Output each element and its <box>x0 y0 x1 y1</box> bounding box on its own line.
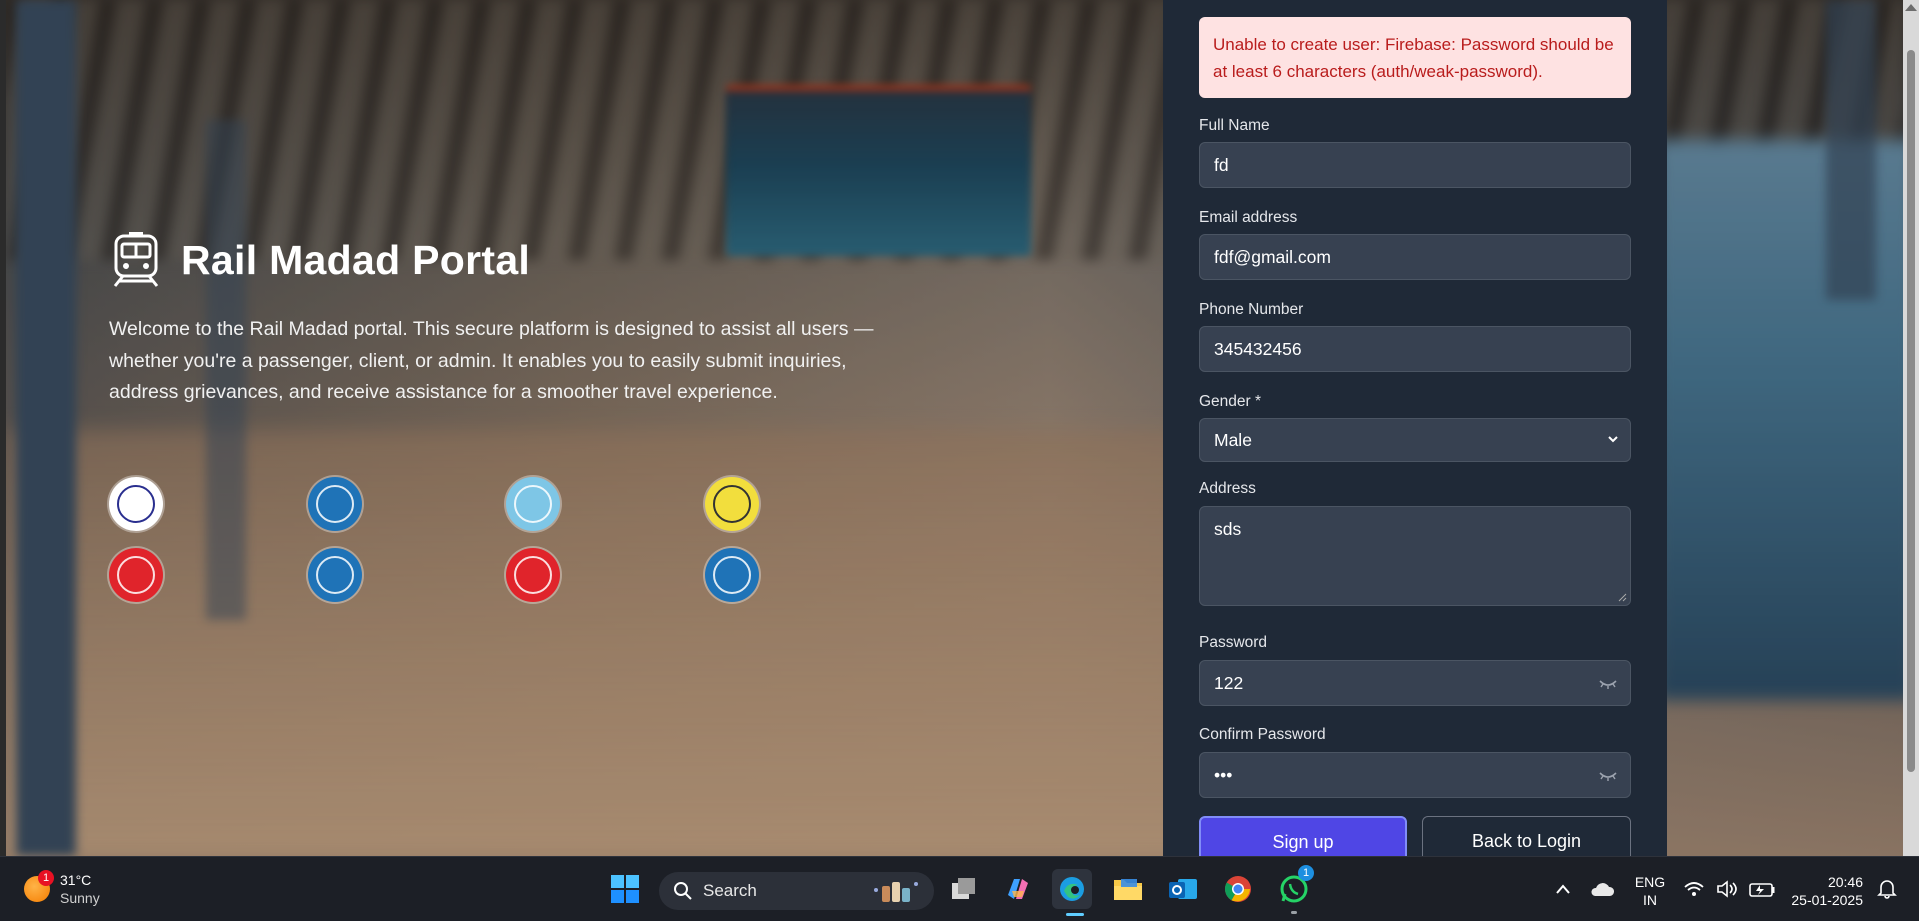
hero-description: Welcome to the Rail Madad portal. This s… <box>109 318 874 403</box>
hero-section: Rail Madad Portal Welcome to the Rail Ma… <box>109 232 889 409</box>
scrollbar-thumb[interactable] <box>1907 50 1915 772</box>
quick-settings-button[interactable] <box>1677 869 1783 909</box>
password-value: 122 <box>1214 672 1244 693</box>
password-field[interactable]: 122 <box>1199 660 1631 706</box>
copilot-button[interactable] <box>998 869 1038 909</box>
chrome-button[interactable] <box>1218 869 1258 909</box>
full-name-label: Full Name <box>1199 117 1270 134</box>
search-highlight-icon <box>874 882 918 902</box>
address-label: Address <box>1199 480 1256 497</box>
address-value: sds <box>1214 519 1242 539</box>
gender-value: Male <box>1214 429 1252 450</box>
taskbar-search[interactable]: Search <box>659 872 934 910</box>
sleeper-berth-logo <box>705 477 759 531</box>
confirm-password-label: Confirm Password <box>1199 726 1326 743</box>
gender-select[interactable]: Male <box>1199 418 1631 462</box>
eye-slash-icon[interactable] <box>1598 675 1618 691</box>
page-title: Rail Madad Portal <box>181 236 531 283</box>
running-indicator <box>1291 911 1297 914</box>
chevron-up-icon <box>1556 884 1570 894</box>
indian-railways-logo <box>705 548 759 602</box>
language-code: ENG <box>1634 874 1666 890</box>
password-label: Password <box>1199 634 1268 651</box>
signup-panel: Unable to create user: Firebase: Passwor… <box>1163 0 1667 856</box>
task-view-button[interactable] <box>944 869 984 909</box>
outlook-icon <box>1169 879 1197 899</box>
error-alert: Unable to create user: Firebase: Passwor… <box>1199 17 1631 98</box>
scroll-up-icon[interactable] <box>1905 4 1917 11</box>
phone-field[interactable]: 345432456 <box>1199 326 1631 372</box>
task-view-icon <box>952 878 975 899</box>
indian-railways-light-logo <box>506 477 560 531</box>
windows-icon <box>611 875 639 903</box>
indian-railways-red-logo <box>506 548 560 602</box>
weather-temperature: 31°C <box>60 872 92 888</box>
chevron-down-icon <box>1608 436 1618 443</box>
notifications-button[interactable] <box>1872 869 1902 909</box>
signup-button[interactable]: Sign up <box>1199 816 1407 856</box>
region-code: IN <box>1643 892 1657 908</box>
train-icon <box>113 232 159 287</box>
address-textarea[interactable]: sds <box>1199 506 1631 606</box>
gender-label: Gender * <box>1199 393 1262 410</box>
confirm-password-field[interactable]: ••• <box>1199 752 1631 798</box>
indian-railways-logo <box>308 477 362 531</box>
search-icon <box>674 882 692 900</box>
indian-railways-red-logo <box>109 548 163 602</box>
outlook-button[interactable] <box>1163 869 1203 909</box>
clock-date: 25-01-2025 <box>1791 892 1863 908</box>
weather-condition: Sunny <box>60 890 100 906</box>
back-to-login-button[interactable]: Back to Login <box>1422 816 1631 856</box>
taskbar: 1 31°C Sunny Search 1 ENG IN 20:46 25-01… <box>0 856 1919 921</box>
phone-value: 345432456 <box>1214 338 1302 359</box>
phone-label: Phone Number <box>1199 301 1304 318</box>
eye-slash-icon[interactable] <box>1598 767 1618 783</box>
email-field[interactable]: fdf@gmail.com <box>1199 234 1631 280</box>
language-indicator[interactable]: ENG IN <box>1632 873 1668 909</box>
active-app-indicator <box>1066 913 1084 916</box>
onedrive-button[interactable] <box>1582 869 1622 909</box>
whatsapp-button[interactable]: 1 <box>1274 865 1314 909</box>
resize-handle-icon[interactable] <box>1618 593 1627 602</box>
full-name-field[interactable]: fd <box>1199 142 1631 188</box>
edge-button[interactable] <box>1052 869 1092 909</box>
copilot-icon <box>1008 879 1028 899</box>
start-button[interactable] <box>605 869 645 909</box>
email-value: fdf@gmail.com <box>1214 246 1331 267</box>
show-hidden-icons-button[interactable] <box>1543 869 1583 909</box>
bell-icon <box>1877 880 1897 899</box>
search-label: Search <box>703 881 757 900</box>
weather-badge: 1 <box>38 870 54 886</box>
indian-railways-logo <box>308 548 362 602</box>
full-name-value: fd <box>1214 154 1229 175</box>
sun-icon: 1 <box>24 870 54 902</box>
confirm-password-value: ••• <box>1214 764 1233 785</box>
cloud-icon <box>1591 883 1615 896</box>
clock[interactable]: 20:46 25-01-2025 <box>1783 873 1863 909</box>
file-explorer-button[interactable] <box>1108 869 1148 909</box>
whatsapp-badge: 1 <box>1298 865 1314 881</box>
folder-icon <box>1114 879 1142 900</box>
email-label: Email address <box>1199 209 1298 226</box>
edge-icon <box>1060 877 1084 901</box>
weather-widget[interactable]: 1 31°C Sunny <box>24 870 100 907</box>
clock-time: 20:46 <box>1827 874 1863 890</box>
chrome-icon <box>1224 876 1251 902</box>
network-volume-battery-icons <box>1684 880 1775 898</box>
irctc-logo <box>109 477 163 531</box>
